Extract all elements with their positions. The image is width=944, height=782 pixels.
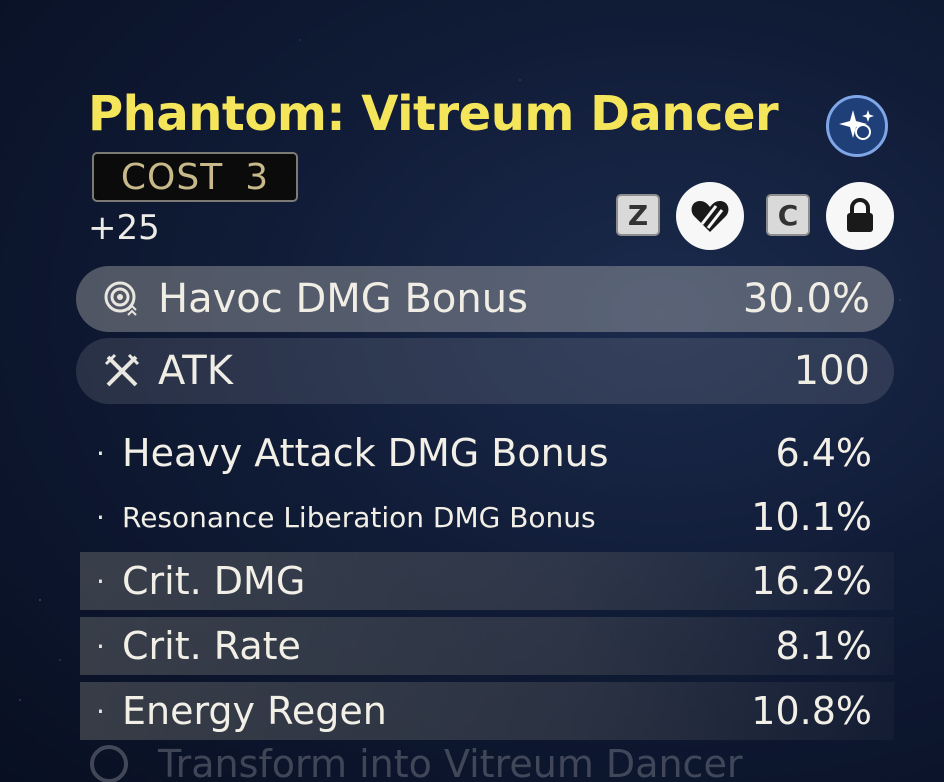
main-stat-label: Havoc DMG Bonus xyxy=(158,276,528,322)
main-stat-value: 30.0% xyxy=(742,276,870,322)
sub-stat-label: Heavy Attack DMG Bonus xyxy=(122,431,609,475)
echo-skill-description: Transform into Vitreum Dancer xyxy=(90,742,742,782)
sub-stat-row: · Crit. DMG 16.2% xyxy=(80,552,894,610)
main-stat-row: Havoc DMG Bonus 30.0% xyxy=(76,266,894,332)
echo-title: Phantom: Vitreum Dancer xyxy=(88,86,779,142)
sub-stat-label: Crit. DMG xyxy=(122,559,306,603)
discard-button[interactable] xyxy=(676,182,744,250)
sub-stat-value: 16.2% xyxy=(751,559,872,603)
bullet-icon: · xyxy=(96,694,105,728)
main-stat-label: ATK xyxy=(158,348,233,394)
sub-stat-value: 6.4% xyxy=(775,431,872,475)
lock-icon xyxy=(847,198,873,232)
sub-stat-value: 10.8% xyxy=(751,689,872,733)
discard-key-hint: Z xyxy=(616,194,660,236)
cost-badge: COST 3 xyxy=(92,152,298,202)
sub-stat-label: Crit. Rate xyxy=(122,624,301,668)
sub-stat-value: 10.1% xyxy=(751,495,872,539)
lock-key-hint: C xyxy=(766,194,810,236)
atk-swords-icon xyxy=(102,351,142,391)
ring-icon xyxy=(90,745,128,782)
bullet-icon: · xyxy=(96,629,105,663)
sub-stat-label: Energy Regen xyxy=(122,689,387,733)
bullet-icon: · xyxy=(96,500,105,534)
cost-value: 3 xyxy=(245,156,270,198)
sparkle-button[interactable] xyxy=(826,95,888,157)
sub-stat-label: Resonance Liberation DMG Bonus xyxy=(122,500,596,534)
bullet-icon: · xyxy=(96,564,105,598)
broken-heart-icon xyxy=(691,201,729,232)
main-stat-value: 100 xyxy=(793,348,870,394)
sparkle-icon xyxy=(839,110,874,140)
echo-level: +25 xyxy=(88,208,160,248)
bullet-icon: · xyxy=(96,436,105,470)
lock-button[interactable] xyxy=(826,182,894,250)
main-stat-row: ATK 100 xyxy=(76,338,894,404)
sub-stat-row: · Heavy Attack DMG Bonus 6.4% xyxy=(80,424,894,482)
sub-stat-row: · Energy Regen 10.8% xyxy=(80,682,894,740)
cost-label: COST xyxy=(120,156,224,198)
sub-stat-value: 8.1% xyxy=(775,624,872,668)
sub-stat-row: · Crit. Rate 8.1% xyxy=(80,617,894,675)
sub-stat-row: · Resonance Liberation DMG Bonus 10.1% xyxy=(80,488,894,546)
havoc-icon xyxy=(102,279,142,319)
skill-description-text: Transform into Vitreum Dancer xyxy=(158,742,743,782)
